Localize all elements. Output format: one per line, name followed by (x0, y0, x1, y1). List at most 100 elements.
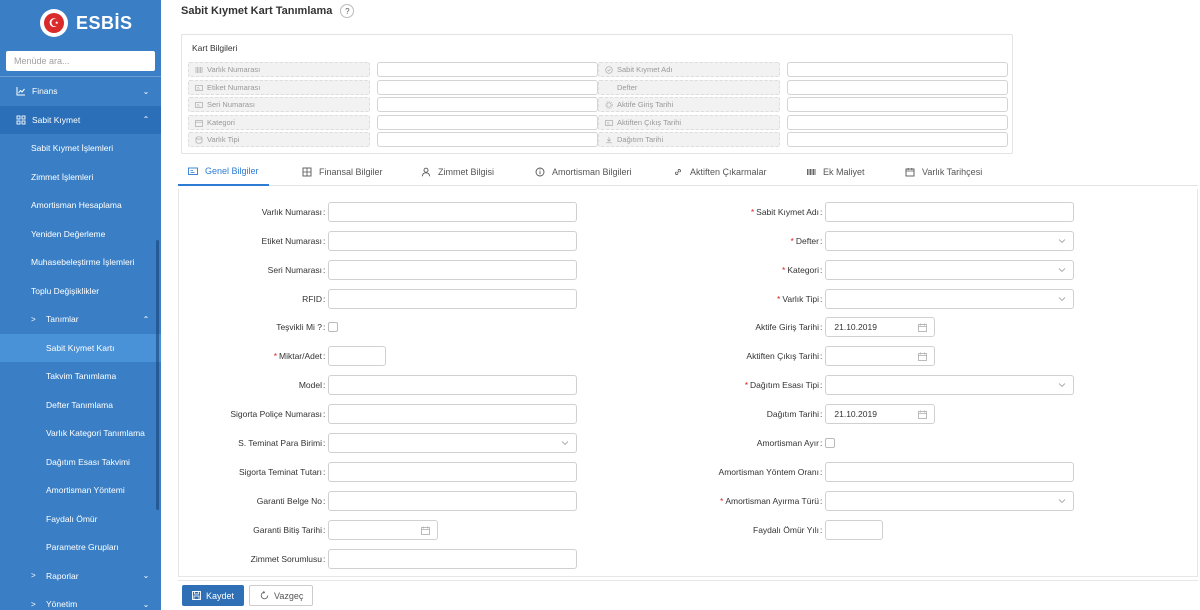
sidebar-item-dagitim-esasi-takvimi[interactable]: Dağıtım Esası Takvimi (0, 448, 161, 477)
zimmet-sorumlusu-input[interactable] (328, 549, 578, 569)
card-title: Kart Bilgileri (192, 43, 238, 53)
dagitim-esasi-tipi-select[interactable] (825, 375, 1075, 395)
tab-amortisman-bilgileri[interactable]: Amortisman Bilgileri (525, 158, 642, 186)
sidebar-scrollbar[interactable] (156, 240, 159, 510)
card-value-defter[interactable] (787, 80, 1008, 95)
field-label: * Kategori (782, 265, 819, 275)
sidebar-item-label: Amortisman Hesaplama (31, 200, 122, 211)
id-card-icon (605, 119, 613, 127)
sidebar-item-defter-tanimlama[interactable]: Defter Tanımlama (0, 391, 161, 420)
sidebar-item-muhasebelestirme[interactable]: Muhasebeleştirme İşlemleri (0, 248, 161, 277)
sidebar-item-label: Yönetim (46, 599, 78, 610)
download-icon (605, 136, 613, 144)
card-row: Defter (598, 80, 1008, 95)
link-icon (673, 167, 683, 177)
card-value-aktiften-cikis-tarihi[interactable] (787, 115, 1008, 130)
field-label: Faydalı Ömür Yılı (753, 525, 819, 535)
amortisman-ayirma-turu-select[interactable] (825, 491, 1075, 511)
sidebar-item-varlik-kategori[interactable]: Varlık Kategori Tanımlama (0, 419, 161, 448)
field-label: Aktife Giriş Tarihi (755, 322, 819, 332)
required-mark: * (720, 496, 724, 506)
tab-varlik-tarihcesi[interactable]: Varlık Tarihçesi (895, 158, 992, 186)
card-value-aktife-giris-tarihi[interactable] (787, 97, 1008, 112)
calendar-icon[interactable] (918, 410, 928, 419)
card-value-sabit-kiymet-adi[interactable] (787, 62, 1008, 77)
sidebar-item-finans[interactable]: Finans ⌄ (0, 77, 161, 106)
sidebar-item-label: Finans (32, 86, 58, 97)
sabit-kiymet-adi-input[interactable] (825, 202, 1075, 222)
aktiften-cikis-tarihi-input[interactable] (825, 346, 936, 366)
field-sabit-kiymet-adi: * Sabit Kıymet Adı: (179, 202, 1075, 222)
card-value-dagitim-tarihi[interactable] (787, 132, 1008, 147)
brand[interactable]: ☪ ESBİS (0, 0, 161, 46)
dagitim-tarihi-input[interactable]: 21.10.2019 (825, 404, 936, 424)
sidebar-item-yonetim[interactable]: > Yönetim ⌄ (0, 590, 161, 610)
faydali-omur-yili-input[interactable] (825, 520, 884, 540)
card-label-etiket-numarasi: Etiket Numarası (188, 80, 370, 95)
aktife-giris-tarihi-input[interactable]: 21.10.2019 (825, 317, 936, 337)
sidebar-item-sabit-kiymet[interactable]: Sabit Kıymet ⌃ (0, 105, 161, 134)
sidebar-item-label: Varlık Kategori Tanımlama (46, 428, 145, 439)
barcode-icon (806, 167, 816, 177)
form-footer: Kaydet Vazgeç (178, 580, 1198, 610)
calendar-icon (195, 119, 203, 127)
save-icon (192, 591, 201, 600)
chevron-up-icon: ⌃ (142, 115, 150, 125)
defter-select[interactable] (825, 231, 1075, 251)
calendar-icon[interactable] (918, 323, 928, 332)
card-row: Aktiften Çıkış Tarihi (598, 115, 1008, 130)
sidebar-item-parametre-gruplari[interactable]: Parametre Grupları (0, 533, 161, 562)
chevron-down-icon (1059, 499, 1066, 504)
undo-icon (260, 591, 269, 600)
calculator-icon (302, 167, 312, 177)
sidebar-item-tanimlar[interactable]: > Tanımlar ⌃ (0, 305, 161, 334)
field-defter: * Defter: (179, 231, 1075, 251)
cancel-button[interactable]: Vazgeç (249, 585, 313, 606)
chevron-down-icon: ⌄ (142, 599, 150, 609)
brand-logo: ☪ (40, 9, 68, 37)
card-value-etiket-numarasi[interactable] (377, 80, 598, 95)
barcode-icon (195, 66, 203, 74)
sidebar-item-raporlar[interactable]: > Raporlar ⌄ (0, 562, 161, 591)
card-row: Seri Numarası (188, 97, 598, 112)
amortisman-yontem-orani-input[interactable] (825, 462, 1075, 482)
sidebar-item-sabit-kiymet-karti[interactable]: Sabit Kıymet Kartı (0, 333, 161, 362)
page-header: Sabit Kıymet Kart Tanımlama ? (181, 3, 355, 19)
required-mark: * (750, 207, 755, 217)
sidebar-item-yeniden-degerleme[interactable]: Yeniden Değerleme (0, 220, 161, 249)
calendar-icon[interactable] (918, 352, 928, 361)
card-label-aktife-giris-tarihi: Aktife Giriş Tarihi (598, 97, 780, 112)
sidebar-item-label: Dağıtım Esası Takvimi (46, 456, 130, 467)
field-label: * Defter (790, 236, 819, 246)
help-icon[interactable]: ? (340, 4, 355, 18)
tab-ek-maliyet[interactable]: Ek Maliyet (796, 158, 875, 186)
save-button[interactable]: Kaydet (182, 585, 244, 606)
sidebar-item-faydali-omur[interactable]: Faydalı Ömür (0, 505, 161, 534)
amortisman-ayir-checkbox[interactable] (825, 438, 836, 448)
sidebar-item-amortisman-hesaplama[interactable]: Amortisman Hesaplama (0, 191, 161, 220)
sidebar-item-toplu-degisiklikler[interactable]: Toplu Değişiklikler (0, 277, 161, 306)
tab-genel-bilgiler[interactable]: Genel Bilgiler (178, 158, 269, 186)
card-value-varlik-numarasi[interactable] (377, 62, 598, 77)
sidebar-item-amortisman-yontemi[interactable]: Amortisman Yöntemi (0, 476, 161, 505)
card-value-varlik-tipi[interactable] (377, 132, 598, 147)
card-value-seri-numarasi[interactable] (377, 97, 598, 112)
required-mark: * (744, 380, 749, 390)
sidebar-item-zimmet-islemleri[interactable]: Zimmet İşlemleri (0, 163, 161, 192)
chevron-down-icon: ⌄ (142, 571, 150, 581)
sidebar-item-label: Toplu Değişiklikler (31, 285, 100, 296)
kategori-select[interactable] (825, 260, 1075, 280)
line-chart-icon (16, 86, 26, 96)
field-label: * Amortisman Ayırma Türü (720, 496, 819, 506)
varlik-tipi-select[interactable] (825, 289, 1075, 309)
date-value: 21.10.2019 (834, 322, 877, 332)
tab-finansal-bilgiler[interactable]: Finansal Bilgiler (292, 158, 393, 186)
card-value-kategori[interactable] (377, 115, 598, 130)
card-info-panel: Kart Bilgileri Varlık Numarası Etiket Nu… (181, 34, 1013, 154)
tab-aktiften-cikarmalar[interactable]: Aktiften Çıkarmalar (663, 158, 777, 186)
sidebar-item-takvim-tanimlama[interactable]: Takvim Tanımlama (0, 362, 161, 391)
sidebar-item-sabit-kiymet-islemleri[interactable]: Sabit Kıymet İşlemleri (0, 134, 161, 163)
chevron-down-icon (1059, 383, 1066, 388)
menu-search-input[interactable] (6, 51, 155, 71)
tab-zimmet-bilgisi[interactable]: Zimmet Bilgisi (411, 158, 504, 186)
